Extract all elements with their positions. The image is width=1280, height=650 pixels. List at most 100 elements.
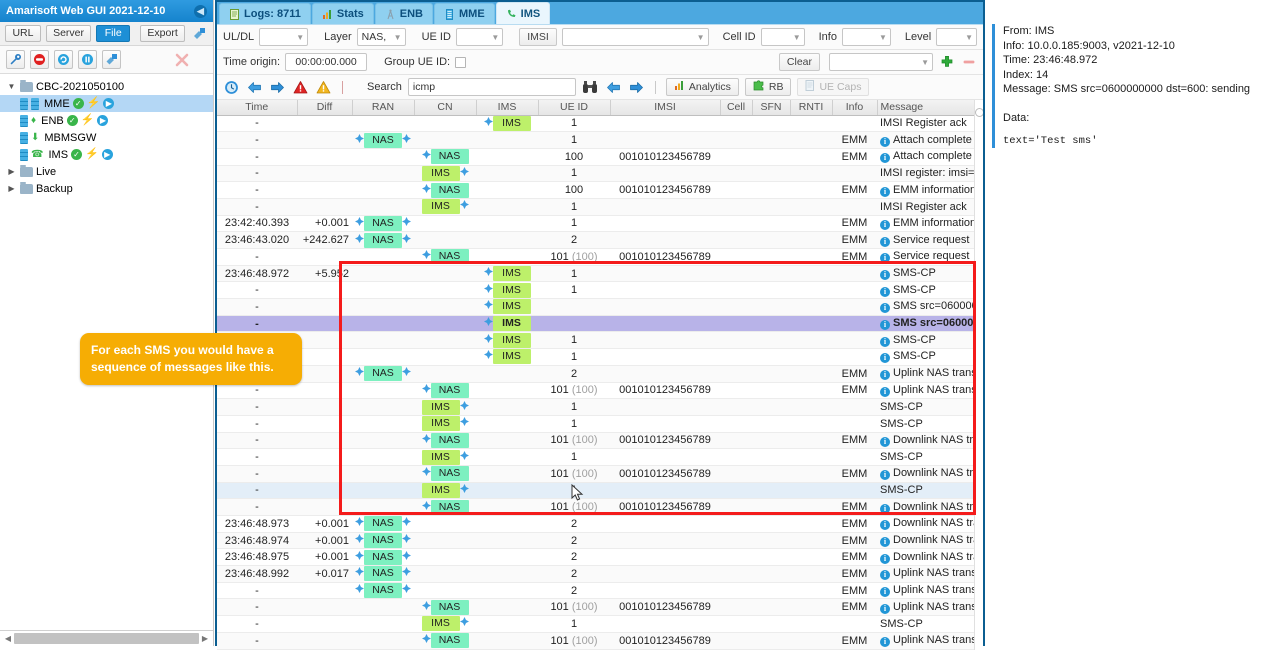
preset-select[interactable]: ▼	[829, 53, 933, 71]
add-node-icon[interactable]	[190, 24, 208, 43]
table-row[interactable]: - NAS 101 (100) 001010123456789 EMM i Downlink…	[217, 465, 983, 483]
export-button[interactable]: Export	[140, 25, 185, 42]
table-row[interactable]: 23:46:48.992 +0.017 NAS 2 EMM i Uplink NAS tra…	[217, 565, 983, 583]
column-header-imsi[interactable]: IMSI	[610, 100, 721, 116]
imsi-select[interactable]: ▼	[561, 28, 709, 46]
table-row[interactable]: - IMS 1 SMS-CP	[217, 615, 983, 633]
expand-arrow-icon[interactable]: ▶	[6, 184, 17, 193]
connect-icon[interactable]	[102, 50, 121, 69]
refresh-icon[interactable]	[54, 50, 73, 69]
table-row[interactable]: -IMS1iSMS-CP	[217, 331, 983, 350]
search-next-icon[interactable]	[628, 79, 645, 96]
tree-item-live[interactable]: ▶ Live	[0, 163, 213, 180]
table-row[interactable]: - NAS 100 001010123456789 EMM i Attach complet…	[217, 148, 983, 166]
column-header-ims[interactable]: IMS	[476, 100, 539, 116]
table-row[interactable]: 23:46:48.975+0.001 NAS 2 EMMiDownlink NAS t…	[217, 548, 983, 567]
analytics-button[interactable]: Analytics	[665, 78, 739, 96]
table-row[interactable]: - NAS 1 EMM i Attach complete	[217, 131, 983, 149]
table-row[interactable]: - NAS 101 (100) 001010123456789 EMM i Uplink N…	[217, 598, 983, 617]
table-row[interactable]: - IMS 1 SMS-CP	[217, 398, 983, 416]
info-select[interactable]: ▼	[841, 28, 891, 46]
table-row[interactable]: -IMS1iSMS-CP	[217, 281, 983, 300]
cellid-select[interactable]: ▼	[760, 28, 805, 46]
table-row[interactable]: 23:46:48.974+0.001 NAS 2 EMMiDownlink NAS t…	[217, 532, 983, 550]
tree-item-ims[interactable]: ☎ IMS ✓ ⚡ ▶	[0, 146, 213, 163]
table-row[interactable]: 23:46:48.972 +5.952 IMS 1 i SMS-CP	[217, 265, 983, 283]
scroll-right-icon[interactable]: ▶	[199, 634, 211, 643]
tab-mme[interactable]: MME	[434, 3, 495, 24]
table-row[interactable]: - IMS 1 IMSI Register ack	[217, 115, 983, 133]
url-button[interactable]: URL	[5, 25, 41, 42]
warning-triangle-icon[interactable]	[315, 79, 332, 96]
uldl-select[interactable]: ▼	[259, 28, 309, 46]
tab-ims[interactable]: IMS	[495, 2, 551, 24]
error-triangle-icon[interactable]	[292, 79, 309, 96]
table-row[interactable]: - NAS 100 001010123456789 EMM i EMM informatio…	[217, 181, 983, 199]
delete-x-icon[interactable]	[172, 50, 191, 69]
clock-icon[interactable]	[223, 79, 240, 96]
column-header-time[interactable]: Time	[217, 100, 298, 116]
expand-arrow-icon[interactable]: ▼	[6, 82, 17, 91]
prev-arrow-icon[interactable]	[246, 79, 263, 96]
tree-item-enb[interactable]: ♦ ENB ✓ ⚡ ▶	[0, 112, 213, 129]
table-row[interactable]: -IMS1iSMS-CP	[217, 348, 983, 366]
tab-stats[interactable]: Stats	[311, 3, 374, 24]
table-row[interactable]: -NAS2EMMiUplink NAS transport	[217, 582, 983, 600]
tree-item-cbc[interactable]: ▼ CBC-2021050100	[0, 78, 213, 95]
level-select[interactable]: ▼	[936, 28, 977, 46]
column-header-sfn[interactable]: SFN	[752, 100, 791, 116]
table-row[interactable]: - IMS 1 SMS-CP	[217, 415, 983, 433]
wrench-icon[interactable]	[6, 50, 25, 69]
red-minus-icon[interactable]	[960, 54, 977, 71]
imsi-button[interactable]: IMSI	[519, 28, 557, 46]
table-row[interactable]: 23:46:48.973+0.001 NAS 2 EMMiDownlink NAS t…	[217, 515, 983, 533]
column-header-info[interactable]: Info	[832, 100, 878, 116]
table-row[interactable]: 23:46:43.020 +242.627 NAS 2 EMM i Service requ…	[217, 231, 983, 249]
table-row[interactable]: - IMS iSMS src=0600000000 dst=600: sending	[217, 315, 983, 333]
tree-item-mme[interactable]: MME ✓ ⚡ ▶	[0, 95, 213, 112]
ueid-select[interactable]: ▼	[455, 28, 504, 46]
column-header-rnti[interactable]: RNTI	[790, 100, 833, 116]
table-row[interactable]: - IMS 1 SMS-CP	[217, 448, 983, 466]
search-input[interactable]: icmp	[407, 78, 576, 96]
table-vertical-scrollbar[interactable]	[974, 100, 983, 650]
table-row[interactable]: 23:42:40.393 +0.001 NAS 1 EMM i EMM informatio…	[217, 215, 983, 233]
table-row[interactable]: - NAS 101 (100) 001010123456789 EMM i Downlink…	[217, 498, 983, 516]
binoculars-icon[interactable]	[582, 79, 599, 96]
scroll-left-icon[interactable]: ◀	[2, 634, 14, 643]
scroll-thumb[interactable]	[975, 108, 983, 117]
scroll-thumb[interactable]	[14, 633, 199, 644]
column-header-cn[interactable]: CN	[414, 100, 477, 116]
play-icon[interactable]: ▶	[103, 98, 115, 109]
table-row[interactable]: -NAS2EMMiUplink NAS transport	[217, 365, 983, 383]
tree-item-backup[interactable]: ▶ Backup	[0, 180, 213, 197]
log-table-container[interactable]: Time Diff RAN CN IMS UE ID IMSI Cell SFN RNTI Info…	[217, 100, 983, 650]
table-row[interactable]: - IMS 1 SMS-CP	[217, 482, 983, 500]
pause-icon[interactable]	[78, 50, 97, 69]
time-origin-input[interactable]: 00:00:00.000	[285, 53, 368, 71]
rb-button[interactable]: RB	[744, 78, 792, 96]
tree-item-mbmsgw[interactable]: ⬇ MBMSGW	[0, 129, 213, 146]
column-header-message[interactable]: Message	[877, 100, 983, 116]
table-row[interactable]: - NAS 101 (100) 001010123456789 EMM i Uplink N…	[217, 382, 983, 400]
column-header-diff[interactable]: Diff	[297, 100, 353, 116]
next-arrow-icon[interactable]	[269, 79, 286, 96]
column-header-ran[interactable]: RAN	[352, 100, 415, 116]
tab-enb[interactable]: ENB	[374, 3, 433, 24]
table-row[interactable]: - IMS 1 IMSI Register ack	[217, 198, 983, 216]
clear-button[interactable]: Clear	[778, 53, 820, 71]
play-icon[interactable]: ▶	[101, 149, 113, 160]
file-button[interactable]: File	[96, 25, 131, 42]
column-header-cell[interactable]: Cell	[720, 100, 753, 116]
stop-icon[interactable]	[30, 50, 49, 69]
green-plus-icon[interactable]	[938, 54, 955, 71]
table-row[interactable]: - NAS 101 (100) 001010123456789 EMM i Service …	[217, 248, 983, 266]
table-row[interactable]: - NAS 101 (100) 001010123456789 EMM i Downlink…	[217, 432, 983, 450]
column-header-ueid[interactable]: UE ID	[538, 100, 611, 116]
expand-arrow-icon[interactable]: ▶	[6, 167, 17, 176]
search-prev-icon[interactable]	[605, 79, 622, 96]
server-button[interactable]: Server	[45, 25, 92, 42]
table-row[interactable]: - IMS 1 IMSI register: imsi=001010123456789…	[217, 165, 983, 183]
left-panel-horizontal-scrollbar[interactable]: ◀ ▶	[0, 630, 213, 646]
group-ueid-checkbox[interactable]	[455, 56, 467, 68]
